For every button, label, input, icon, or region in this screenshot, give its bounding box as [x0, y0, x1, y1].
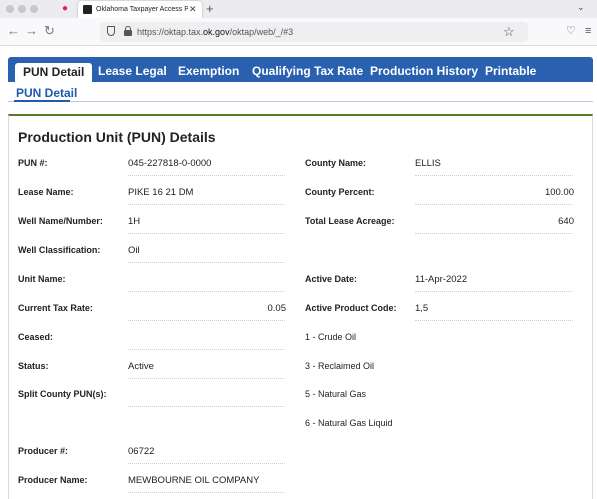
field-value-well-classification: Oil — [128, 245, 140, 256]
product-code-item: 6 - Natural Gas Liquid — [305, 418, 393, 428]
subtab-divider — [8, 101, 593, 102]
field-underline — [128, 262, 285, 263]
field-label-producer-name: Producer Name: — [18, 475, 88, 485]
field-underline — [128, 175, 285, 176]
tab-exemption[interactable]: Exemption — [178, 64, 239, 79]
tab-pun-detail[interactable]: PUN Detail — [15, 63, 92, 82]
product-code-item: 5 - Natural Gas — [305, 389, 367, 399]
field-underline — [128, 349, 285, 350]
pun-tabs-bar: PUN Detail Lease Legal Exemption Qualify… — [8, 57, 593, 82]
field-label-ceased: Ceased: — [18, 332, 54, 342]
lock-icon[interactable] — [124, 26, 132, 36]
field-label-county-name: County Name: — [305, 158, 367, 168]
window-zoom-button[interactable] — [30, 5, 38, 13]
tab-printable[interactable]: Printable — [485, 64, 536, 79]
browser-nav-bar: ← → ↻ https://oktap.tax.ok.gov/oktap/web… — [0, 18, 597, 46]
field-underline — [128, 204, 285, 205]
window-minimize-button[interactable] — [18, 5, 26, 13]
field-label-status: Status: — [18, 361, 49, 371]
pinned-tab-icon[interactable]: ● — [55, 2, 75, 16]
field-value-active-date: 11-Apr-2022 — [415, 274, 468, 285]
url-text[interactable]: https://oktap.tax.ok.gov/oktap/web/_/#3 — [137, 26, 293, 38]
subtab-active-underline — [14, 100, 70, 102]
field-underline — [415, 204, 573, 205]
tab-production-history[interactable]: Production History — [370, 64, 478, 79]
field-label-lease-name: Lease Name: — [18, 187, 74, 197]
bookmark-star-icon[interactable]: ☆ — [503, 24, 515, 39]
new-tab-icon[interactable]: + — [206, 1, 214, 17]
tab-list-chevron-icon[interactable]: ⌄ — [577, 2, 585, 13]
field-value-county-percent: 100.00 — [544, 187, 574, 198]
field-label-active-product-code: Active Product Code: — [305, 303, 397, 313]
site-favicon-icon — [83, 5, 92, 14]
field-underline — [128, 463, 285, 464]
address-bar[interactable]: https://oktap.tax.ok.gov/oktap/web/_/#3 … — [100, 22, 528, 42]
field-underline — [415, 175, 573, 176]
pocket-icon[interactable]: ♡ — [566, 24, 576, 38]
tab-lease-legal[interactable]: Lease Legal — [98, 64, 167, 79]
field-label-pun: PUN #: — [18, 158, 48, 168]
tracking-shield-icon[interactable] — [107, 26, 115, 36]
field-value-lease-name: PIKE 16 21 DM — [128, 187, 194, 198]
tab-close-icon[interactable]: ✕ — [189, 4, 197, 15]
field-value-county-name: ELLIS — [415, 158, 441, 169]
field-value-total-lease-acreage: 640 — [558, 216, 574, 227]
field-underline — [128, 291, 285, 292]
browser-tab-title: Oklahoma Taxpayer Access Point — [96, 6, 188, 13]
field-value-producer-name: MEWBOURNE OIL COMPANY — [128, 475, 260, 486]
field-label-well-classification: Well Classification: — [18, 245, 101, 255]
field-value-producer-number: 06722 — [128, 446, 155, 457]
reload-icon[interactable]: ↻ — [44, 24, 55, 38]
pun-details-card — [8, 114, 593, 499]
field-underline — [415, 233, 573, 234]
field-underline — [415, 291, 573, 292]
field-label-producer-number: Producer #: — [18, 446, 69, 456]
field-label-active-date: Active Date: — [305, 274, 358, 284]
field-label-current-tax-rate: Current Tax Rate: — [18, 303, 93, 313]
field-value-status: Active — [128, 361, 154, 372]
card-title: Production Unit (PUN) Details — [18, 129, 216, 145]
field-underline — [128, 492, 285, 493]
window-close-button[interactable] — [6, 5, 14, 13]
menu-hamburger-icon[interactable]: ≡ — [585, 24, 591, 38]
product-code-item: 3 - Reclaimed Oil — [305, 361, 375, 371]
field-label-split-county-pun: Split County PUN(s): — [18, 389, 107, 399]
field-value-well-name: 1H — [128, 216, 141, 227]
tab-qualifying-tax-rate[interactable]: Qualifying Tax Rate — [252, 64, 363, 79]
field-label-county-percent: County Percent: — [305, 187, 375, 197]
field-label-well-name: Well Name/Number: — [18, 216, 103, 226]
field-underline — [128, 320, 285, 321]
field-label-total-lease-acreage: Total Lease Acreage: — [305, 216, 395, 226]
field-underline — [128, 233, 285, 234]
browser-tab-active[interactable]: Oklahoma Taxpayer Access Point ✕ — [78, 1, 202, 18]
field-value-pun: 045-227818-0-0000 — [128, 158, 212, 169]
field-underline — [128, 406, 285, 407]
field-underline — [415, 320, 573, 321]
forward-arrow-icon[interactable]: → — [25, 24, 38, 38]
product-code-item: 1 - Crude Oil — [305, 332, 357, 342]
back-arrow-icon[interactable]: ← — [7, 24, 20, 38]
field-value-current-tax-rate: 0.05 — [267, 303, 287, 314]
browser-tab-bar: ● Oklahoma Taxpayer Access Point ✕ + ⌄ — [0, 0, 597, 18]
subtab-pun-detail[interactable]: PUN Detail — [16, 86, 77, 100]
field-label-unit-name: Unit Name: — [18, 274, 66, 284]
field-underline — [128, 378, 285, 379]
field-value-active-product-code: 1,5 — [415, 303, 429, 314]
